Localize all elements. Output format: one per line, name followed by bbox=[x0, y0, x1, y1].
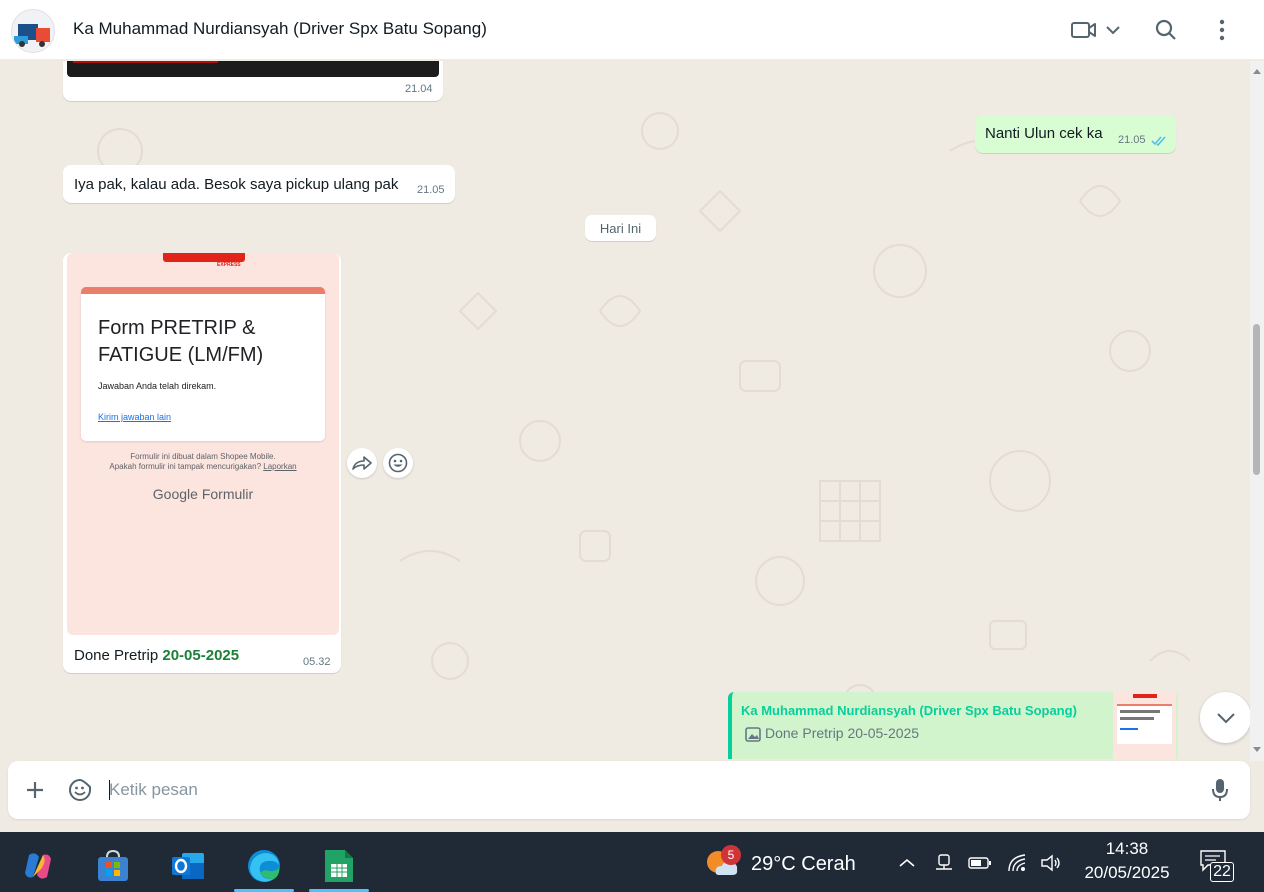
windows-taskbar: 5 29°C Cerah 14:38 20/05/2025 22 bbox=[0, 832, 1264, 892]
google-forms-logo: Google Formulir bbox=[152, 486, 254, 502]
copilot-icon[interactable] bbox=[8, 839, 68, 892]
weather-widget[interactable]: 5 29°C Cerah bbox=[704, 844, 874, 880]
search-icon[interactable] bbox=[1150, 14, 1182, 46]
edge-icon[interactable] bbox=[234, 839, 294, 892]
scroll-down-arrow-icon[interactable] bbox=[1253, 747, 1261, 752]
image-message[interactable]: 21.04 bbox=[63, 61, 443, 101]
form-resubmit-link: Kirim jawaban lain bbox=[98, 412, 172, 422]
message-input[interactable] bbox=[109, 775, 1189, 805]
clock-date: 20/05/2025 bbox=[1084, 863, 1170, 882]
weather-text: 29°C Cerah bbox=[751, 853, 856, 875]
day-separator: Hari Ini bbox=[585, 215, 656, 241]
form-response-text: Jawaban Anda telah direkam. bbox=[98, 381, 217, 391]
microsoft-store-icon[interactable] bbox=[83, 839, 143, 892]
clock-time: 14:38 bbox=[1105, 839, 1149, 858]
message-composer bbox=[8, 761, 1250, 819]
image-thumbnail[interactable]: EXPRESS Form PRETRIP & FATIGUE (LM/FM) J… bbox=[67, 253, 339, 635]
message-time: 21.05 bbox=[1118, 134, 1146, 146]
image-icon bbox=[745, 727, 761, 747]
outlook-icon[interactable] bbox=[158, 839, 218, 892]
chat-header: Ka Muhammad Nurdiansyah (Driver Spx Batu… bbox=[0, 0, 1264, 60]
quote-sender-name: Ka Muhammad Nurdiansyah (Driver Spx Batu… bbox=[741, 703, 1077, 718]
image-caption: Done Pretrip 20-05-2025 bbox=[74, 647, 240, 664]
outgoing-message[interactable]: Nanti Ulun cek ka 21.05 bbox=[975, 115, 1176, 153]
weather-badge: 5 bbox=[721, 845, 741, 865]
video-call-icon[interactable] bbox=[1068, 14, 1100, 46]
camera-icon[interactable] bbox=[930, 850, 958, 876]
reply-quote[interactable]: Ka Muhammad Nurdiansyah (Driver Spx Batu… bbox=[728, 692, 1178, 759]
excel-icon[interactable] bbox=[309, 839, 369, 892]
quote-text: Done Pretrip 20-05-2025 bbox=[765, 725, 920, 741]
chevron-up-icon[interactable] bbox=[893, 850, 921, 876]
sticker-emoji-icon[interactable] bbox=[64, 774, 96, 806]
form-title: Form PRETRIP & FATIGUE (LM/FM) bbox=[98, 317, 264, 366]
message-text: Nanti Ulun cek ka bbox=[985, 125, 1103, 142]
emoji-reaction-icon[interactable] bbox=[383, 448, 413, 478]
microphone-icon[interactable] bbox=[1204, 774, 1236, 806]
scroll-thumb[interactable] bbox=[1253, 324, 1260, 475]
chat-scrollbar[interactable] bbox=[1250, 61, 1264, 761]
chat-area[interactable]: 21.04 Nanti Ulun cek ka 21.05 Iya pak, k… bbox=[0, 61, 1264, 761]
message-time: 21.04 bbox=[405, 83, 433, 95]
scroll-up-arrow-icon[interactable] bbox=[1253, 69, 1261, 74]
contact-avatar[interactable] bbox=[11, 9, 55, 53]
form-footer-note: Formulir ini dibuat dalam Shopee Mobile. bbox=[130, 452, 276, 461]
composer-bar bbox=[0, 761, 1264, 832]
message-time: 05.32 bbox=[303, 656, 331, 668]
battery-icon[interactable] bbox=[966, 850, 994, 876]
text-caret bbox=[109, 780, 110, 800]
read-ticks-icon bbox=[1151, 134, 1169, 152]
image-message[interactable]: EXPRESS Form PRETRIP & FATIGUE (LM/FM) J… bbox=[63, 253, 341, 673]
chevron-down-icon[interactable] bbox=[1098, 14, 1128, 46]
forward-icon[interactable] bbox=[347, 448, 377, 478]
menu-icon[interactable] bbox=[1206, 14, 1238, 46]
contact-name[interactable]: Ka Muhammad Nurdiansyah (Driver Spx Batu… bbox=[73, 19, 487, 39]
attach-plus-icon[interactable] bbox=[19, 774, 51, 806]
image-thumbnail[interactable] bbox=[67, 61, 439, 77]
volume-icon[interactable] bbox=[1038, 850, 1066, 876]
form-footer-report: Apakah formulir ini tampak mencurigakan?… bbox=[109, 462, 297, 471]
form-card: Form PRETRIP & FATIGUE (LM/FM) Jawaban A… bbox=[81, 287, 325, 441]
notification-center[interactable]: 22 bbox=[1198, 850, 1238, 886]
message-text: Iya pak, kalau ada. Besok saya pickup ul… bbox=[74, 176, 399, 193]
brand-logo: EXPRESS bbox=[67, 253, 339, 273]
quote-thumbnail bbox=[1113, 692, 1176, 759]
scroll-down-button[interactable] bbox=[1200, 692, 1251, 743]
system-clock[interactable]: 14:38 20/05/2025 bbox=[1075, 838, 1179, 886]
message-time: 21.05 bbox=[417, 184, 445, 196]
incoming-message[interactable]: Iya pak, kalau ada. Besok saya pickup ul… bbox=[63, 165, 455, 203]
notification-count: 22 bbox=[1210, 862, 1234, 882]
wifi-icon[interactable] bbox=[1004, 850, 1032, 876]
